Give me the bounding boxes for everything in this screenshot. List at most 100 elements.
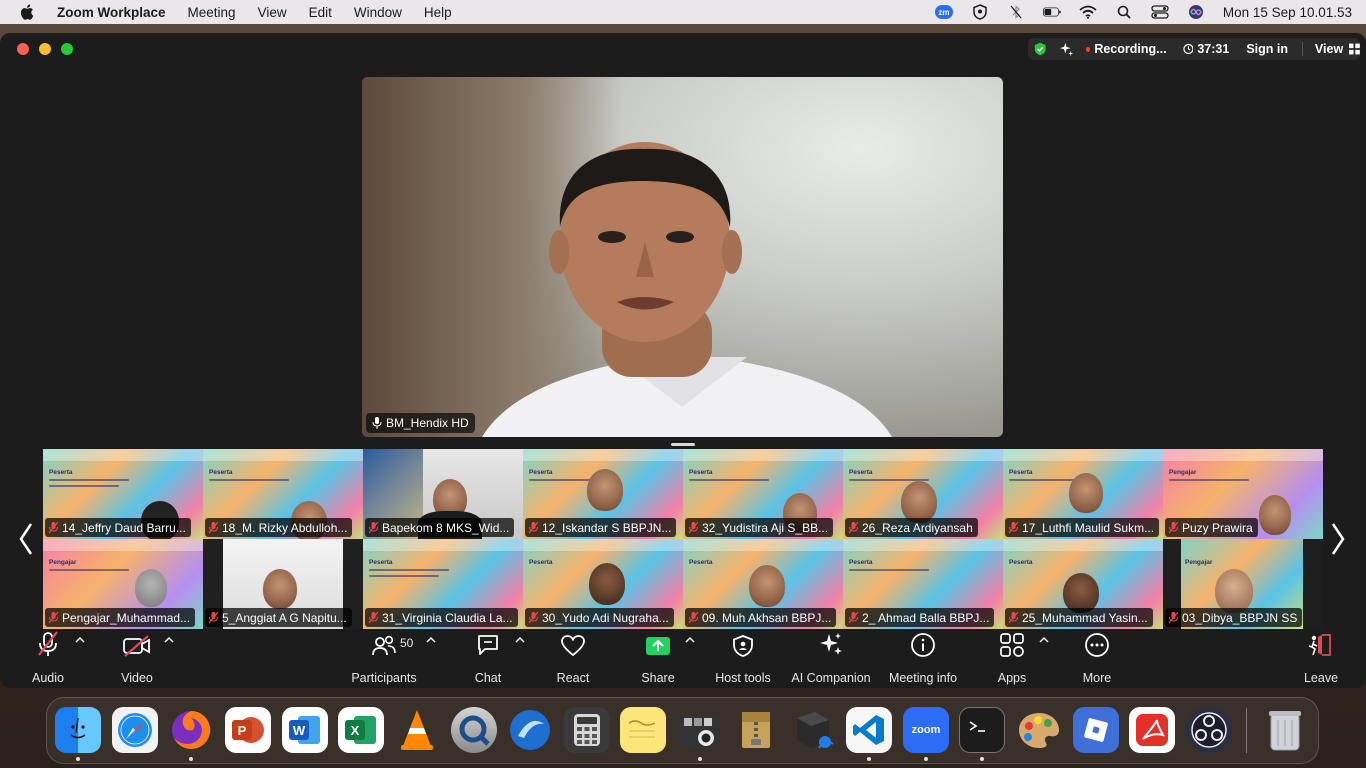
vscode-icon[interactable]: [846, 707, 892, 753]
react-button[interactable]: React: [553, 628, 593, 688]
participant-tile[interactable]: Pengajar Puzy Prawira: [1163, 449, 1323, 539]
menu-clock[interactable]: Mon 15 Sep 10.01.53: [1223, 5, 1352, 20]
participant-tile[interactable]: Bapekom 8 MKS_Wid...: [363, 449, 523, 539]
host-tools-button[interactable]: Host tools: [710, 628, 776, 688]
apple-icon[interactable]: [20, 4, 38, 20]
wifi-icon[interactable]: [1079, 4, 1097, 20]
participant-name-tag: 03_Dibya_BBPJN SS: [1165, 608, 1303, 627]
meeting-info-button[interactable]: Meeting info: [886, 628, 960, 688]
excel-icon[interactable]: X: [338, 707, 384, 753]
participant-tile[interactable]: Peserta 17_Luthfi Maulid Sukm...: [1003, 449, 1163, 539]
finder-icon[interactable]: [55, 707, 101, 753]
powerpoint-icon[interactable]: P: [225, 707, 271, 753]
safari-icon[interactable]: [112, 707, 158, 753]
participant-tile[interactable]: Pengajar Pengajar_Muhammad...: [43, 539, 203, 629]
participant-tile[interactable]: Peserta 31_Virginia Claudia La...: [363, 539, 523, 629]
firefox-icon[interactable]: [168, 707, 214, 753]
participants-caret-icon[interactable]: [426, 636, 436, 644]
minimize-window-button[interactable]: [39, 43, 51, 55]
roblox-icon[interactable]: [1073, 707, 1119, 753]
control-center-icon[interactable]: [1151, 4, 1169, 20]
grid-view-icon[interactable]: [1349, 43, 1360, 55]
running-indicator: [924, 757, 928, 761]
menu-app-name[interactable]: Zoom Workplace: [57, 5, 166, 20]
muted-mic-icon: [849, 611, 858, 623]
gallery-next-arrow[interactable]: [1328, 521, 1348, 557]
video-options-caret-icon[interactable]: [164, 636, 174, 644]
quicktime-icon[interactable]: [451, 707, 497, 753]
sign-in-button[interactable]: Sign in: [1246, 42, 1288, 56]
participant-tile[interactable]: Peserta 12_Iskandar S BBPJN...: [523, 449, 683, 539]
participant-tile[interactable]: Peserta 09. Muh Akhsan BBPJ...: [683, 539, 843, 629]
slide-title: Peserta: [689, 559, 713, 566]
word-icon[interactable]: W: [282, 707, 328, 753]
chat-label: Chat: [474, 671, 502, 685]
color-palette-icon[interactable]: [1016, 707, 1062, 753]
archive-utility-icon[interactable]: [733, 707, 779, 753]
calculator-icon[interactable]: [564, 707, 610, 753]
chat-caret-icon[interactable]: [515, 636, 525, 644]
participant-tile[interactable]: Peserta 30_Yudo Adi Nugraha...: [523, 539, 683, 629]
ai-companion-button[interactable]: AI Companion: [790, 628, 872, 688]
terminal-icon[interactable]: [959, 707, 1005, 753]
apps-caret-icon[interactable]: [1039, 636, 1049, 644]
participant-tile[interactable]: Peserta 25_Muhammad Yasin...: [1003, 539, 1163, 629]
siri-icon[interactable]: [1187, 4, 1205, 20]
photo-booth-icon[interactable]: [677, 707, 723, 753]
vlc-icon[interactable]: [394, 707, 440, 753]
participant-tile[interactable]: Peserta 14_Jeffry Daud Barru...: [43, 449, 203, 539]
audio-button[interactable]: Audio: [28, 628, 68, 688]
menu-view[interactable]: View: [258, 5, 287, 20]
leave-button[interactable]: Leave: [1301, 628, 1341, 688]
participant-face: [749, 565, 785, 607]
menu-edit[interactable]: Edit: [309, 5, 332, 20]
share-caret-icon[interactable]: [685, 636, 695, 644]
server-icon[interactable]: [790, 707, 836, 753]
participant-tile[interactable]: Pengajar 03_Dibya_BBPJN SS: [1163, 539, 1323, 629]
close-window-button[interactable]: [17, 43, 29, 55]
trash-icon[interactable]: [1262, 707, 1308, 753]
participant-tile[interactable]: Peserta 2_ Ahmad Balla BBPJ...: [843, 539, 1003, 629]
wing-icon[interactable]: [507, 707, 553, 753]
fullscreen-window-button[interactable]: [61, 43, 73, 55]
ai-sparkle-icon[interactable]: [1059, 41, 1074, 57]
obs-icon[interactable]: [1186, 707, 1232, 753]
resize-handle[interactable]: [671, 443, 695, 446]
menu-meeting[interactable]: Meeting: [188, 5, 236, 20]
participant-name-tag: 31_Virginia Claudia La...: [365, 608, 518, 627]
encryption-shield-icon[interactable]: [1033, 41, 1047, 57]
zoom-status-icon[interactable]: zm: [934, 5, 953, 19]
participant-name-tag: 17_Luthfi Maulid Sukm...: [1005, 518, 1160, 537]
spotlight-search-icon[interactable]: [1115, 4, 1133, 20]
view-button[interactable]: View: [1315, 42, 1343, 56]
running-indicator: [980, 757, 984, 761]
running-indicator: [76, 757, 80, 761]
menu-window[interactable]: Window: [354, 5, 402, 20]
participant-name: 31_Virginia Claudia La...: [382, 610, 513, 625]
audio-options-caret-icon[interactable]: [75, 636, 85, 644]
slide-title: Pengajar: [1185, 559, 1213, 566]
more-button[interactable]: More: [1077, 628, 1117, 688]
active-speaker-video[interactable]: BM_Hendix HD: [362, 77, 1003, 437]
chat-button[interactable]: Chat: [468, 628, 508, 688]
participant-name: 12_Iskandar S BBPJN...: [542, 520, 672, 535]
apps-button[interactable]: Apps: [992, 628, 1032, 688]
stickies-icon[interactable]: [620, 707, 666, 753]
slide-text-line: [689, 479, 769, 481]
participant-tile[interactable]: Peserta 18_M. Rizky Abdulloh...: [203, 449, 363, 539]
menu-help[interactable]: Help: [424, 5, 452, 20]
battery-icon[interactable]: [1042, 4, 1061, 20]
participant-tile[interactable]: Peserta 32_Yudistira Aji S_BB...: [683, 449, 843, 539]
participant-tile[interactable]: 5_Anggiat A G Napitu...: [203, 539, 363, 629]
acrobat-icon[interactable]: [1129, 707, 1175, 753]
bluetooth-off-icon[interactable]: [1007, 4, 1025, 20]
video-button[interactable]: Video: [117, 628, 157, 688]
participant-tile[interactable]: Peserta 26_Reza Ardiyansah: [843, 449, 1003, 539]
gallery-prev-arrow[interactable]: [16, 521, 36, 557]
svg-text:P: P: [238, 723, 247, 738]
share-button[interactable]: Share: [638, 628, 678, 688]
participant-name: Pengajar_Muhammad...: [62, 610, 191, 625]
recording-status[interactable]: Recording...: [1094, 42, 1166, 56]
zoom-icon[interactable]: zoom: [903, 707, 949, 753]
vpn-shield-icon[interactable]: [971, 4, 989, 20]
